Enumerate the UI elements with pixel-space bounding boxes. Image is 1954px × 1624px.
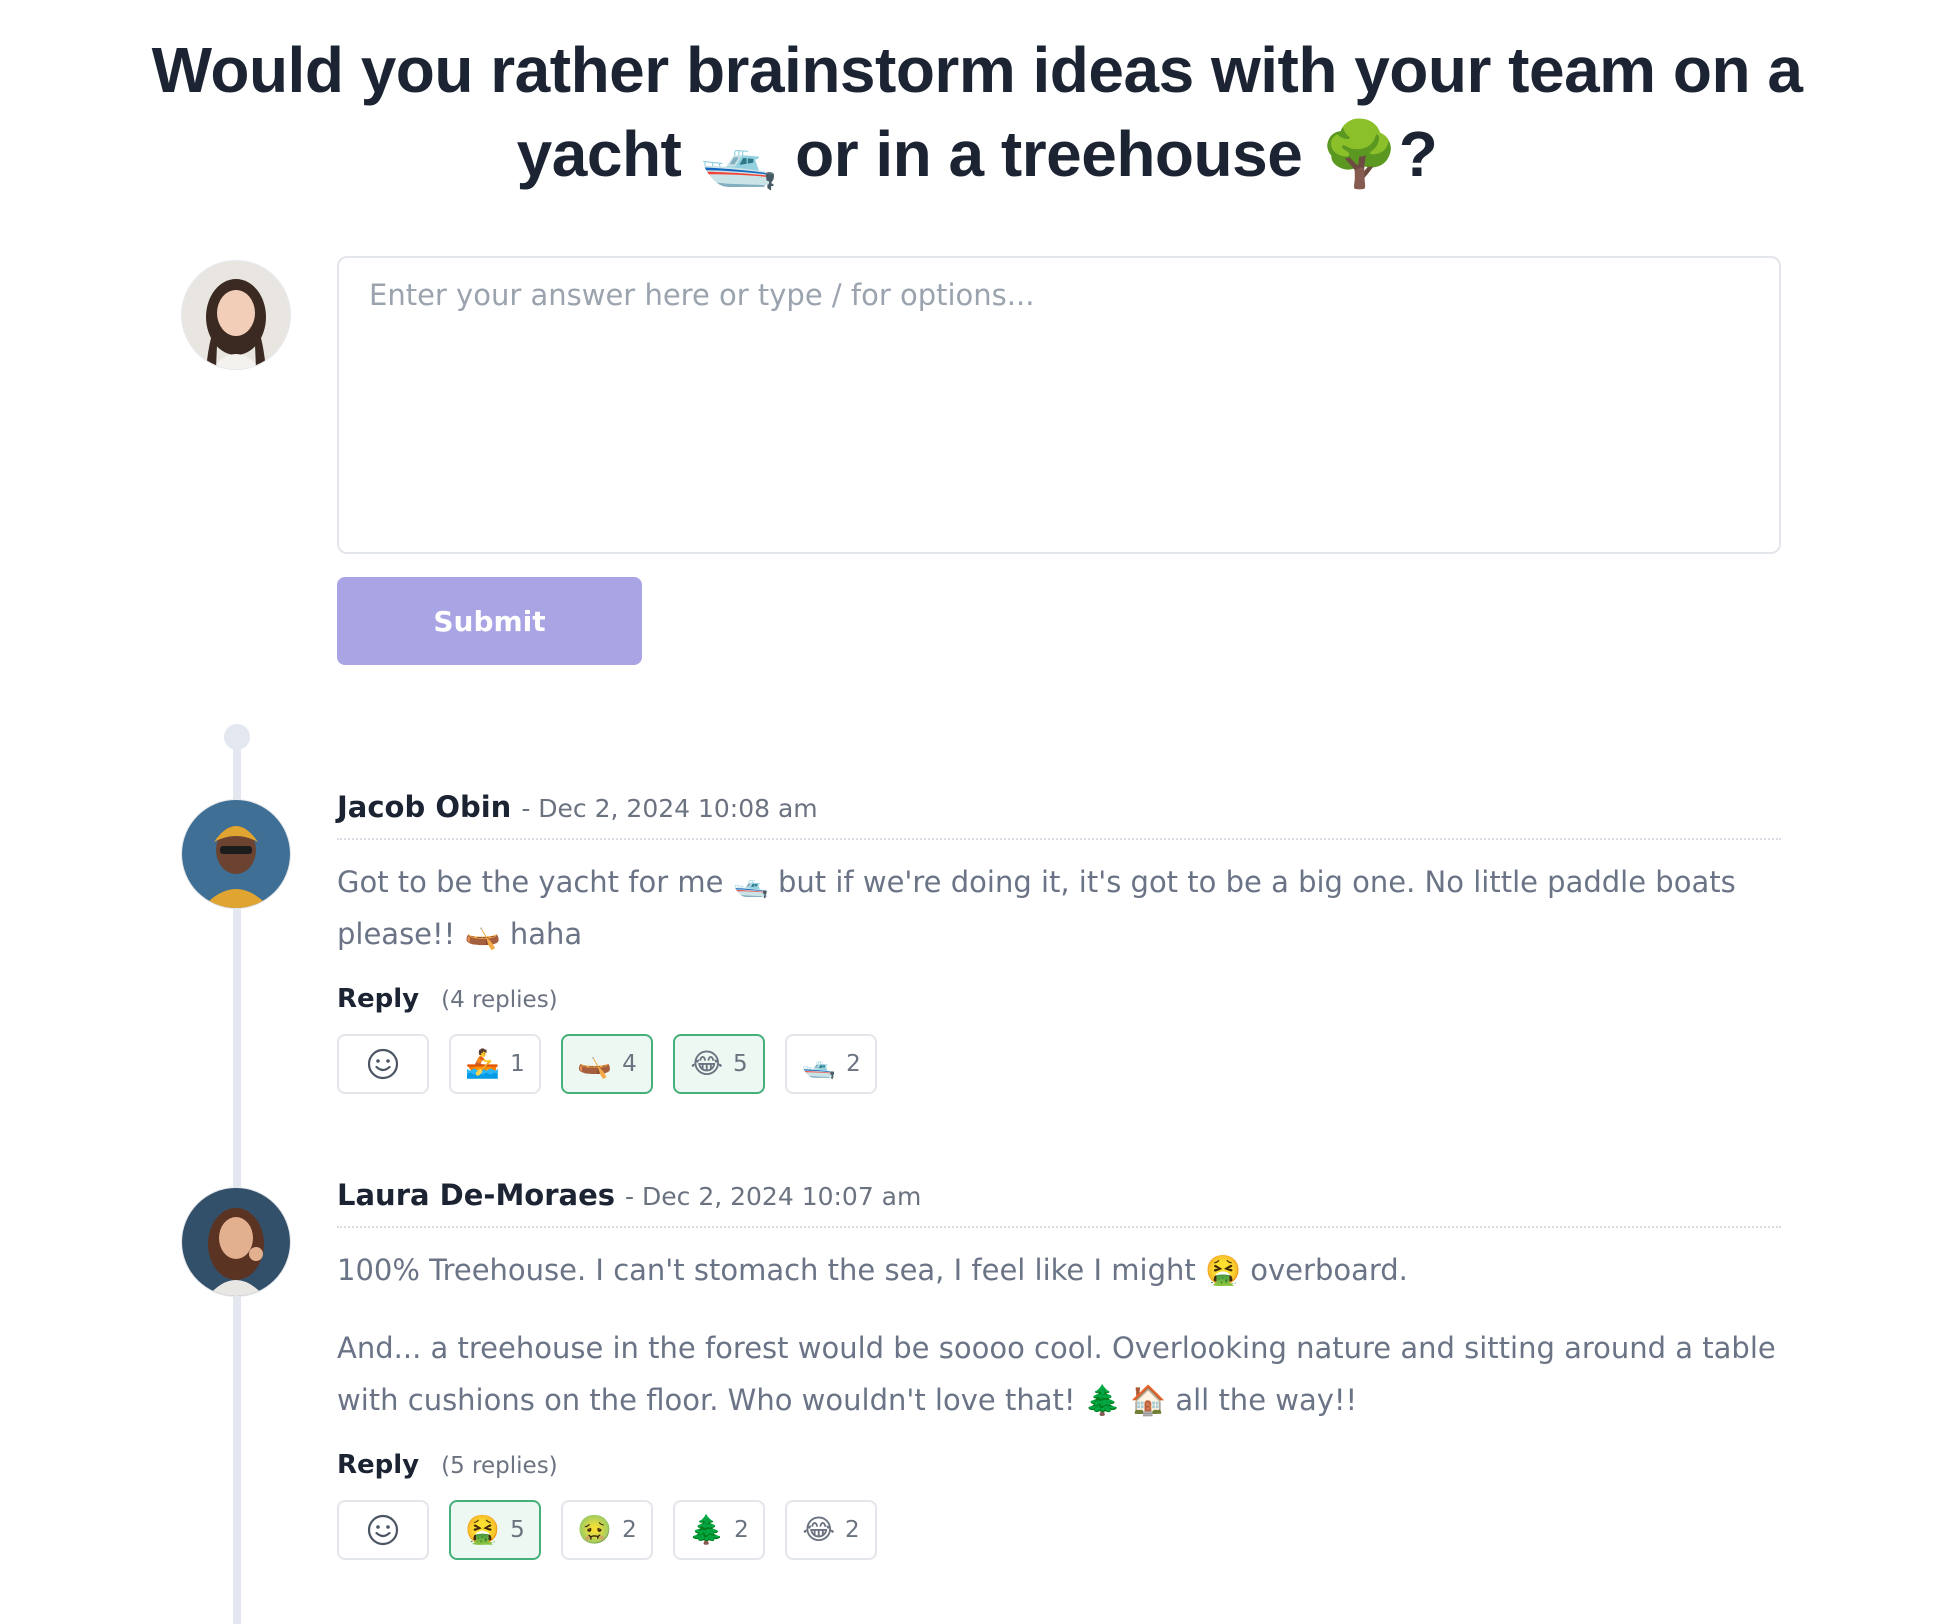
reaction-emoji: 🌲 (689, 1513, 725, 1546)
comment-author[interactable]: Laura De-Moraes (337, 1178, 615, 1212)
reaction-count: 2 (622, 1517, 637, 1543)
reply-count[interactable]: (5 replies) (441, 1453, 558, 1479)
reaction-chip[interactable]: 😂 5 (673, 1034, 765, 1094)
submit-button[interactable]: Submit (337, 577, 642, 665)
comment-author[interactable]: Jacob Obin (337, 790, 511, 824)
reaction-chip[interactable]: 🛥️ 2 (785, 1034, 877, 1094)
question-title: Would you rather brainstorm ideas with y… (151, 34, 1803, 190)
avatar-image (182, 1188, 290, 1296)
reaction-chip[interactable]: 🤮 5 (449, 1500, 541, 1560)
reaction-count: 5 (510, 1517, 525, 1543)
reply-row: Reply (5 replies) (337, 1450, 1781, 1480)
reaction-emoji: 🤢 (577, 1513, 613, 1546)
avatar-image (182, 261, 290, 369)
reaction-count: 4 (622, 1051, 637, 1077)
comment-timestamp: - Dec 2, 2024 10:08 am (521, 794, 818, 823)
smiley-icon (367, 1048, 399, 1080)
comment-timestamp: - Dec 2, 2024 10:07 am (625, 1182, 922, 1211)
answer-input[interactable] (337, 256, 1781, 554)
comment-paragraph: Got to be the yacht for me 🛥️ but if we'… (337, 865, 1736, 951)
comment-paragraph: 100% Treehouse. I can't stomach the sea,… (337, 1253, 1408, 1287)
reaction-count: 2 (845, 1517, 860, 1543)
smiley-icon (367, 1514, 399, 1546)
reaction-emoji: 😂 (690, 1047, 724, 1080)
reaction-emoji: 🛶 (577, 1047, 613, 1080)
reaction-emoji: 🚣 (465, 1047, 501, 1080)
comment-item: Laura De-Moraes - Dec 2, 2024 10:07 am 1… (337, 1178, 1781, 1560)
reaction-emoji: 🛥️ (801, 1047, 837, 1080)
current-user-avatar (182, 261, 290, 369)
comment-paragraph: And... a treehouse in the forest would b… (337, 1331, 1776, 1417)
reaction-chip[interactable]: 🤢 2 (561, 1500, 653, 1560)
comment-body: 100% Treehouse. I can't stomach the sea,… (337, 1244, 1781, 1426)
reaction-count: 2 (734, 1517, 749, 1543)
reply-button[interactable]: Reply (337, 1450, 419, 1480)
reaction-count: 1 (510, 1051, 525, 1077)
reaction-chip[interactable]: 🛶 4 (561, 1034, 653, 1094)
reaction-emoji: 😂 (802, 1513, 836, 1546)
reaction-bar: 🚣 1 🛶 4 😂 5 🛥️ 2 (337, 1034, 1781, 1094)
add-reaction-button[interactable] (337, 1034, 429, 1094)
reaction-count: 5 (733, 1051, 748, 1077)
reaction-chip[interactable]: 🌲 2 (673, 1500, 765, 1560)
comment-avatar-jacob (182, 800, 290, 908)
reply-row: Reply (4 replies) (337, 984, 1781, 1014)
comment-header: Jacob Obin - Dec 2, 2024 10:08 am (337, 790, 1781, 840)
reaction-emoji: 🤮 (465, 1513, 501, 1546)
comment-header: Laura De-Moraes - Dec 2, 2024 10:07 am (337, 1178, 1781, 1228)
comment-body: Got to be the yacht for me 🛥️ but if we'… (337, 856, 1781, 960)
comment-item: Jacob Obin - Dec 2, 2024 10:08 am Got to… (337, 790, 1781, 1094)
reaction-chip[interactable]: 😂 2 (785, 1500, 877, 1560)
reaction-count: 2 (846, 1051, 861, 1077)
add-reaction-button[interactable] (337, 1500, 429, 1560)
reply-count[interactable]: (4 replies) (441, 987, 558, 1013)
reaction-chip[interactable]: 🚣 1 (449, 1034, 541, 1094)
reply-button[interactable]: Reply (337, 984, 419, 1014)
reaction-bar: 🤮 5 🤢 2 🌲 2 😂 2 (337, 1500, 1781, 1560)
avatar-image (182, 800, 290, 908)
comment-avatar-laura (182, 1188, 290, 1296)
